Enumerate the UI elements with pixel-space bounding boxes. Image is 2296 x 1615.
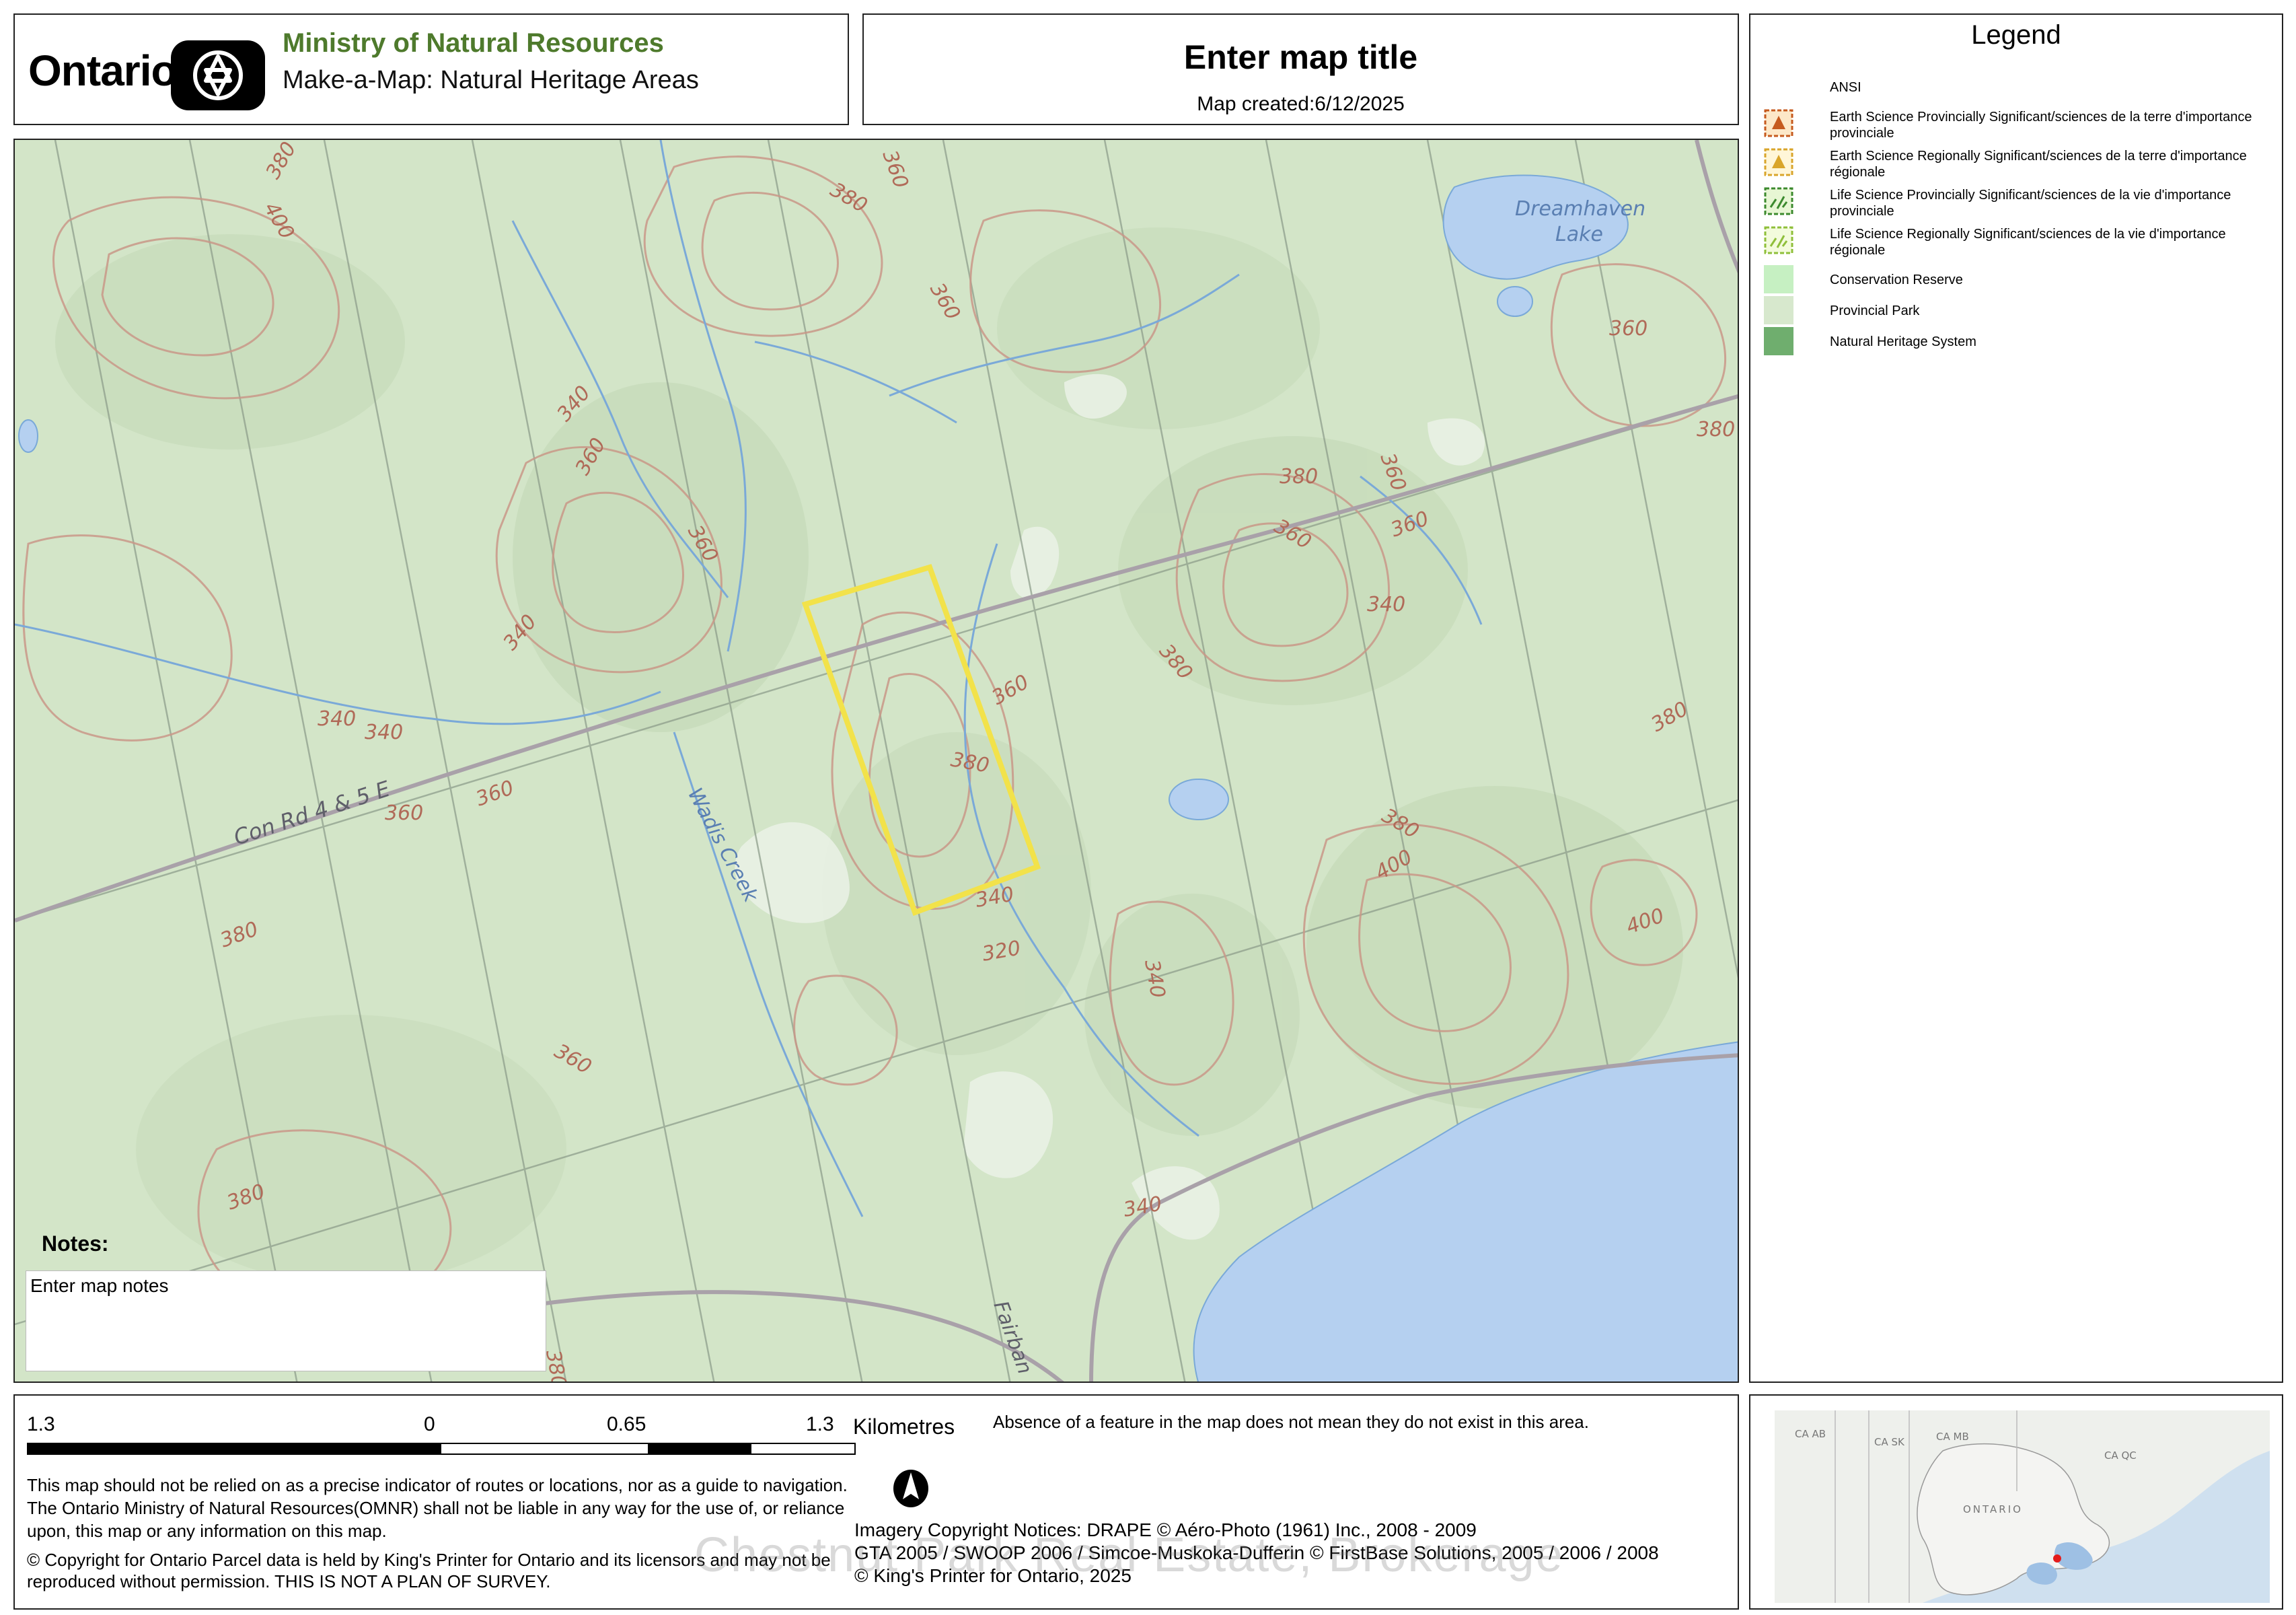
life-science-regional-icon [1764,226,1793,254]
ontario-wordmark: Ontario [28,46,178,95]
ministry-header: Ontario Ministry of Natural Resources Ma… [13,13,849,125]
inset-label: CA SK [1874,1436,1905,1448]
inset-map-panel: CA AB CA SK CA MB CA QC ONTARIO [1749,1394,2283,1610]
map-created-date: Map created:6/12/2025 [1197,93,1405,115]
scale-segment [648,1444,751,1454]
legend-group-label: ANSI [1830,80,1861,95]
absence-notice: Absence of a feature in the map does not… [993,1412,1589,1432]
disclaimer-text: This map should not be relied on as a pr… [27,1475,848,1541]
small-pond [1169,779,1229,820]
small-pond [18,419,38,453]
inset-label: ONTARIO [1963,1503,2023,1515]
inset-label: CA MB [1936,1431,1969,1443]
topographic-map[interactable]: 380 400 380 360 360 340 360 360 340 360 … [15,140,1739,1383]
contour-label: 340 [1367,593,1405,616]
contour-label: 360 [385,801,423,825]
scale-label: 0.65 [607,1413,646,1435]
north-arrow-icon [893,1470,928,1507]
earth-science-provincial-icon [1764,109,1793,137]
lake-label: Lake [1555,223,1603,246]
copyright-text: © Copyright for Ontario Parcel data is h… [27,1550,831,1591]
notes-title: Notes: [42,1231,109,1256]
scale-label: 1.3 [806,1413,834,1435]
imagery-notice: Imagery Copyright Notices: DRAPE © Aéro-… [854,1519,1477,1540]
legend-panel: Legend ANSI Earth Science Provincially S… [1749,13,2283,1383]
contour-label: 340 [365,721,403,744]
title-panel: Enter map title Map created:6/12/2025 [862,13,1739,125]
contour-label: 360 [1609,317,1647,340]
footer-panel: 1.3 0 0.65 1.3 Kilometres Absence of a f… [13,1394,1739,1610]
contour-label: 380 [1280,465,1318,489]
scale-segment [28,1444,441,1454]
legend-title: Legend [1971,20,2061,50]
map-title[interactable]: Enter map title [864,38,1738,77]
provincial-park-swatch [1764,296,1793,324]
earth-science-regional-icon [1764,148,1793,176]
overview-map: CA AB CA SK CA MB CA QC ONTARIO [1775,1410,2270,1603]
lake-label: Dreamhaven [1515,197,1645,221]
map-notes-input[interactable]: Enter map notes [26,1270,546,1371]
contour-label: 380 [1697,418,1735,441]
conservation-reserve-swatch [1764,265,1793,293]
life-science-provincial-icon [1764,187,1793,215]
trillium-logo-icon [171,40,265,110]
small-pond [1497,286,1533,317]
map-view[interactable]: 380 400 380 360 360 340 360 360 340 360 … [13,139,1739,1383]
scale-bar [27,1443,856,1455]
scale-segment [441,1444,648,1454]
imagery-notice: GTA 2005 / SWOOP 2006 / Simcoe-Muskoka-D… [854,1542,1659,1563]
inset-label: CA QC [2104,1449,2137,1462]
location-marker-icon [2053,1554,2061,1563]
inset-label: CA AB [1795,1428,1826,1440]
contour-label: 340 [318,707,356,731]
natural-heritage-system-swatch [1764,327,1793,355]
scale-units: Kilometres [853,1414,955,1439]
app-name: Make-a-Map: Natural Heritage Areas [283,66,699,94]
scale-segment [751,1444,854,1454]
scale-label: 1.3 [27,1413,55,1435]
scale-label: 0 [424,1413,435,1435]
imagery-notice: © King's Printer for Ontario, 2025 [854,1565,1132,1586]
ministry-name: Ministry of Natural Resources [283,28,664,58]
